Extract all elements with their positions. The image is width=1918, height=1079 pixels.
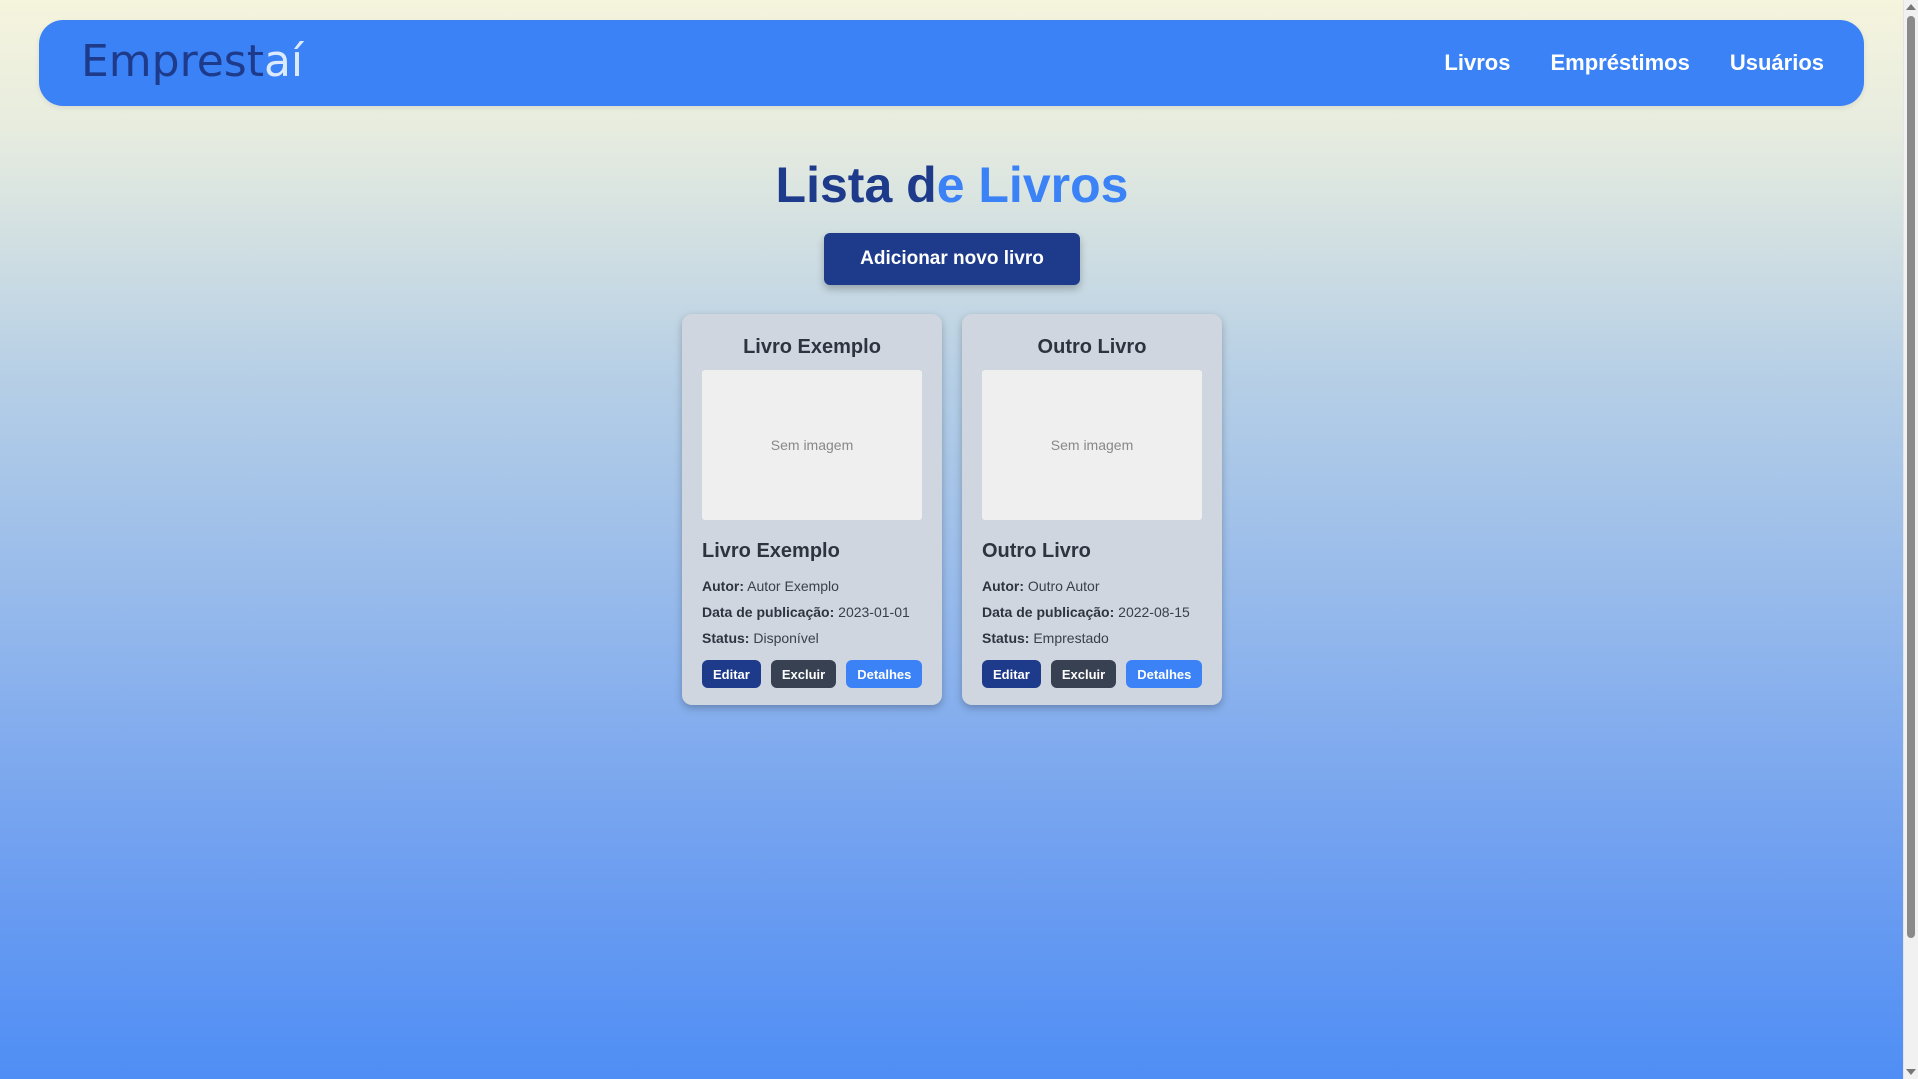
published-value: 2022-08-15 <box>1118 604 1190 620</box>
nav-link-users[interactable]: Usuários <box>1730 50 1824 76</box>
page-title-part2: e Livros <box>936 157 1129 213</box>
nav-link-loans[interactable]: Empréstimos <box>1550 50 1689 76</box>
book-name: Livro Exemplo <box>702 540 840 562</box>
scrollbar-thumb[interactable] <box>1907 16 1915 938</box>
author-label: Autor: <box>982 578 1024 594</box>
author-value: Outro Autor <box>1027 578 1100 594</box>
add-book-button[interactable]: Adicionar novo livro <box>824 233 1080 285</box>
status-label: Status: <box>702 630 750 646</box>
book-name: Outro Livro <box>982 540 1091 562</box>
book-cover-placeholder: Sem imagem <box>982 370 1202 520</box>
book-card-title: Outro Livro <box>1037 336 1147 358</box>
book-cover-placeholder: Sem imagem <box>702 370 922 520</box>
page-title: Lista de Livros <box>0 152 1904 218</box>
nav-links: Livros Empréstimos Usuários <box>1444 20 1824 106</box>
published-label: Data de publicação: <box>702 604 835 620</box>
nav-link-books[interactable]: Livros <box>1444 50 1510 76</box>
scroll-up-arrow-icon[interactable] <box>1906 4 1916 10</box>
book-author: Autor: Outro Autor <box>982 578 1202 594</box>
navbar: Emprestaí Livros Empréstimos Usuários <box>39 20 1864 106</box>
published-value: 2023-01-01 <box>838 604 910 620</box>
logo-part2: aí <box>263 36 304 87</box>
edit-button[interactable]: Editar <box>982 660 1041 688</box>
status-value: Emprestado <box>1033 630 1109 646</box>
book-card-title: Livro Exemplo <box>743 336 881 358</box>
book-author: Autor: Autor Exemplo <box>702 578 922 594</box>
book-actions: Editar Excluir Detalhes <box>702 660 923 688</box>
status-value: Disponível <box>753 630 819 646</box>
no-image-label: Sem imagem <box>770 437 854 453</box>
book-card: Outro Livro Sem imagem Outro Livro Autor… <box>962 314 1222 705</box>
page-title-part1: Lista d <box>775 157 937 213</box>
book-list: Livro Exemplo Sem imagem Livro Exemplo A… <box>682 314 1222 705</box>
book-status: Status: Emprestado <box>982 630 1202 646</box>
author-label: Autor: <box>702 578 744 594</box>
book-published: Data de publicação: 2022-08-15 <box>982 604 1202 620</box>
logo[interactable]: Emprestaí <box>81 34 303 90</box>
scroll-down-arrow-icon[interactable] <box>1906 1069 1916 1075</box>
details-button[interactable]: Detalhes <box>846 660 923 688</box>
vertical-scrollbar[interactable] <box>1903 0 1918 1079</box>
book-actions: Editar Excluir Detalhes <box>982 660 1203 688</box>
delete-button[interactable]: Excluir <box>1050 660 1117 688</box>
book-published: Data de publicação: 2023-01-01 <box>702 604 922 620</box>
delete-button[interactable]: Excluir <box>770 660 837 688</box>
details-button[interactable]: Detalhes <box>1126 660 1203 688</box>
book-status: Status: Disponível <box>702 630 922 646</box>
author-value: Autor Exemplo <box>747 578 839 594</box>
published-label: Data de publicação: <box>982 604 1115 620</box>
status-label: Status: <box>982 630 1030 646</box>
edit-button[interactable]: Editar <box>702 660 761 688</box>
book-card: Livro Exemplo Sem imagem Livro Exemplo A… <box>682 314 942 705</box>
no-image-label: Sem imagem <box>1050 437 1134 453</box>
logo-part1: Emprest <box>81 36 264 87</box>
